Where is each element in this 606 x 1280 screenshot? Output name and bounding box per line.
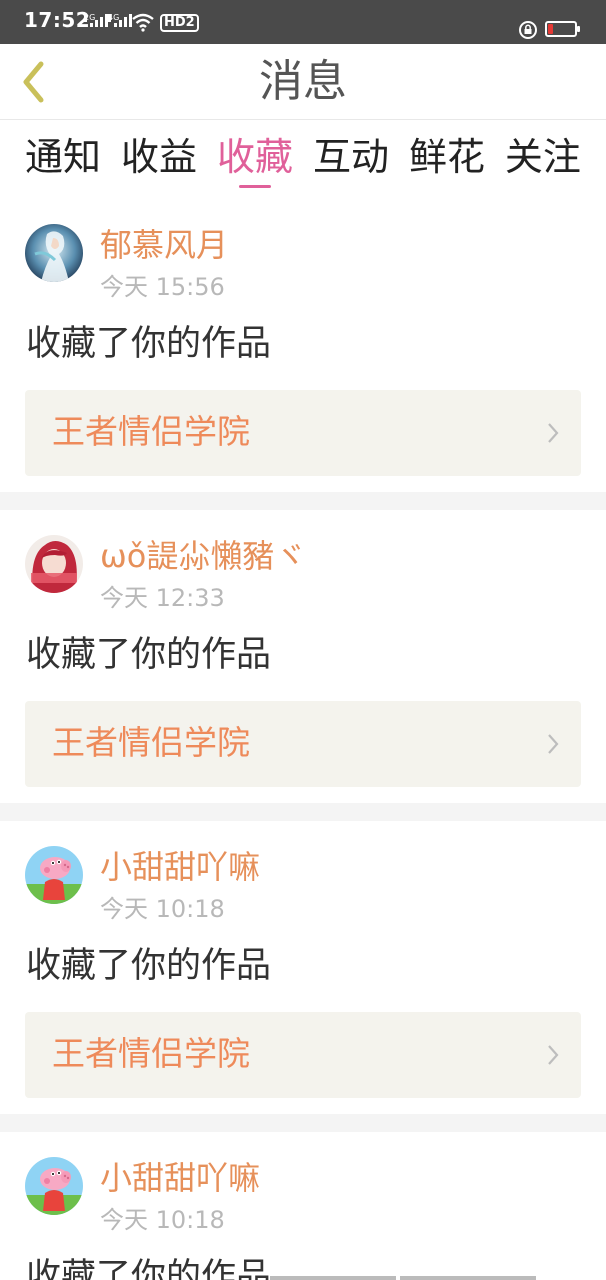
message-item: ωǒ諟尛懶豬ヾ 今天 12:33 收藏了你的作品 王者情侣学院 (0, 521, 606, 803)
message-item: 郁慕风月 今天 15:56 收藏了你的作品 王者情侣学院 (0, 210, 606, 492)
work-title: 王者情侣学院 (52, 412, 250, 451)
scroll-indicator (270, 1276, 396, 1280)
timestamp: 今天 12:33 (100, 584, 225, 612)
chevron-right-icon (548, 423, 559, 443)
avatar[interactable] (25, 535, 83, 593)
message-item: 小甜甜吖嘛 今天 10:18 收藏了你的作品 王者情侣学院 (0, 832, 606, 1114)
tab-flowers[interactable]: 鲜花 (409, 124, 485, 200)
battery-icon (545, 21, 580, 37)
hd-voice-icon: HD2 (160, 14, 199, 32)
separator (0, 1114, 606, 1132)
tab-notifications[interactable]: 通知 (25, 124, 101, 200)
status-bar: 17:52 2G 4G HD2 (0, 0, 606, 44)
chevron-right-icon (548, 734, 559, 754)
rotation-lock-icon (519, 21, 537, 39)
work-link[interactable]: 王者情侣学院 (25, 390, 581, 476)
action-text: 收藏了你的作品 (26, 324, 272, 364)
tab-interactions[interactable]: 互动 (313, 124, 389, 200)
wifi-icon (132, 13, 154, 32)
timestamp: 今天 10:18 (100, 1206, 225, 1234)
tab-follows[interactable]: 关注 (505, 124, 581, 200)
timestamp: 今天 15:56 (100, 273, 225, 301)
avatar[interactable] (25, 846, 83, 904)
signal-4g-icon: 4G (108, 14, 132, 27)
work-title: 王者情侣学院 (52, 1034, 250, 1073)
category-tabs: 通知 收益 收藏 互动 鲜花 关注 (0, 124, 606, 200)
tab-earnings[interactable]: 收益 (121, 124, 197, 200)
action-text: 收藏了你的作品 (26, 635, 272, 675)
username[interactable]: 小甜甜吖嘛 (100, 848, 260, 886)
timestamp: 今天 10:18 (100, 895, 225, 923)
action-text: 收藏了你的作品 (26, 1257, 272, 1280)
avatar[interactable] (25, 1157, 83, 1215)
active-tab-indicator (238, 185, 271, 188)
username[interactable]: 小甜甜吖嘛 (100, 1159, 260, 1197)
message-item: 小甜甜吖嘛 今天 10:18 收藏了你的作品 (0, 1143, 606, 1280)
page-title: 消息 (259, 56, 347, 107)
separator (0, 492, 606, 510)
tab-favorites[interactable]: 收藏 (217, 124, 293, 200)
avatar[interactable] (25, 224, 83, 282)
header-bar: 消息 (0, 44, 606, 120)
status-time: 17:52 (24, 8, 91, 32)
signal-2g-icon: 2G (84, 14, 108, 27)
work-title: 王者情侣学院 (52, 723, 250, 762)
username[interactable]: ωǒ諟尛懶豬ヾ (100, 537, 306, 575)
chevron-right-icon (548, 1045, 559, 1065)
work-link[interactable]: 王者情侣学院 (25, 1012, 581, 1098)
separator (0, 803, 606, 821)
work-link[interactable]: 王者情侣学院 (25, 701, 581, 787)
username[interactable]: 郁慕风月 (100, 226, 228, 264)
scroll-indicator (400, 1276, 536, 1280)
action-text: 收藏了你的作品 (26, 946, 272, 986)
